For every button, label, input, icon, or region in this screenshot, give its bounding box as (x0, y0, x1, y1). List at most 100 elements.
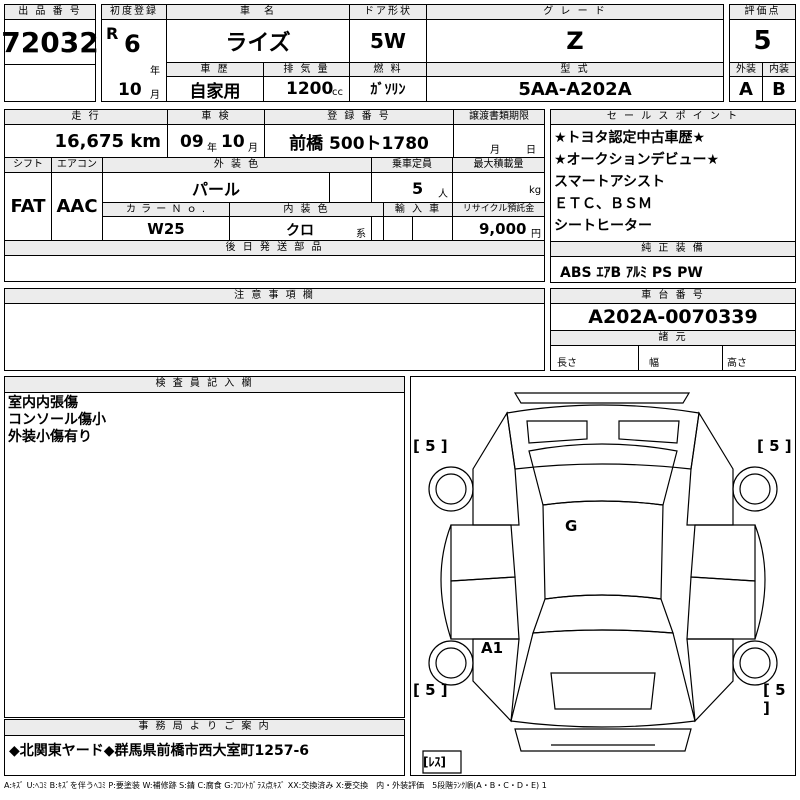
office-info: ◆北関東ヤード◆群馬県前橋市西大室町1257-6 (4, 735, 405, 776)
door-type: 5W (349, 19, 427, 63)
transfer-cell: 月 日 (453, 124, 545, 158)
era: R (106, 24, 119, 43)
spare-tire-note: [ﾚｽ] (423, 755, 446, 769)
tire-depth-rear-left: [ 5 ] (413, 681, 448, 699)
grade-label: グ レ ー ド (426, 4, 724, 20)
load-unit: kg (529, 185, 542, 196)
lot-label: 出 品 番 号 (4, 4, 96, 20)
intcolor-cell: クロ 系 (229, 216, 372, 241)
color: パール (102, 172, 330, 203)
inspect-month: 10 (221, 132, 245, 152)
first-reg-month: 10 (118, 80, 142, 100)
score-label: 評価点 (729, 4, 796, 20)
sales-point-line: ★トヨタ認定中古車歴★ (554, 130, 706, 146)
inspect-year: 09 (180, 132, 204, 152)
sales-point-line: ＥＴＣ、ＢＳＭ (554, 196, 652, 212)
equipment: ABS ｴｱB ｱﾙﾐ PS PW (550, 256, 796, 283)
car-name: ライズ (166, 19, 350, 63)
plate-number: 前橋 500ト1780 (264, 124, 454, 158)
fuel-label: 燃 料 (349, 62, 427, 77)
dims-width: 幅 (638, 345, 723, 371)
color-number: W25 (102, 216, 230, 241)
import-label: 輸 入 車 (383, 202, 453, 217)
later-parts (4, 255, 545, 282)
inspect-cell: 09 年 10 月 (167, 124, 265, 158)
damage-mark-g: G (565, 517, 578, 535)
disp-label: 排 気 量 (263, 62, 350, 77)
recycle-unit: 円 (531, 229, 541, 240)
year-unit: 年 (150, 66, 160, 77)
int-label: 内装 (762, 62, 796, 77)
model-label: 型 式 (426, 62, 724, 77)
first-reg-year: 6 (124, 30, 141, 58)
transfer-month-unit: 月 (490, 145, 500, 156)
damage-diagram: [ 5 ] [ 5 ] [ 5 ] [ 5 ] G A1 [ﾚｽ] (410, 376, 796, 776)
first-reg-cell: R 6 年 10 月 (101, 19, 167, 102)
shift-label: シフト (4, 157, 52, 173)
inspector-line: 外装小傷有り (8, 429, 92, 445)
transfer-label: 譲渡書類期限 (453, 109, 545, 125)
intcolor-label: 内 装 色 (229, 202, 384, 217)
ext-score: A (729, 76, 763, 102)
score: 5 (729, 19, 796, 63)
cap-unit: 人 (438, 189, 448, 200)
later-parts-label: 後 日 発 送 部 品 (4, 240, 545, 256)
inspector-notes: 室内内張傷 コンソール傷小 外装小傷有り (4, 392, 405, 718)
inspector-line: 室内内張傷 (8, 395, 78, 411)
mileage-label: 走 行 (4, 109, 168, 125)
fuel: ｶﾞｿﾘﾝ (349, 76, 427, 102)
length-label: 長さ (557, 358, 577, 369)
legend: A:ｷｽﾞ U:ﾍｺﾐ B:ｷｽﾞを伴うﾍｺﾐ P:要塗装 W:補修跡 S:錆 … (4, 781, 547, 790)
capacity: 5 (412, 179, 424, 198)
disp-unit: cc (332, 87, 343, 98)
plate-label: 登 録 番 号 (264, 109, 454, 125)
first-reg-label: 初度登録 (101, 4, 167, 20)
recycle-fee: 9,000 (479, 220, 527, 238)
load-cell: kg (452, 172, 545, 203)
ac-label: エアコン (51, 157, 103, 173)
sales-point-box: ★トヨタ認定中古車歴★ ★オークションデビュー★ スマートアシスト ＥＴＣ、ＢＳ… (550, 124, 796, 242)
sales-point-label: セ ー ル ス ポ イ ン ト (550, 109, 796, 125)
transfer-day-unit: 日 (526, 145, 536, 156)
ac: AAC (51, 172, 103, 241)
office-label: 事 務 局 よ り ご 案 内 (4, 719, 405, 736)
inspector-line: コンソール傷小 (8, 412, 106, 428)
notes (4, 303, 545, 371)
tire-depth-front-right: [ 5 ] (757, 437, 792, 455)
car-outline (422, 392, 778, 774)
interior-color: クロ (286, 223, 314, 239)
ext-label: 外装 (729, 62, 763, 77)
vin: A202A-0070339 (550, 303, 796, 331)
recycle-label: リサイクル預託金 (452, 202, 545, 217)
displacement: 1200 (286, 79, 334, 99)
load-label: 最大積載量 (452, 157, 545, 173)
tire-depth-rear-right: [ 5 ] (763, 681, 786, 717)
cap-cell: 5 人 (371, 172, 453, 203)
recycle-cell: 9,000 円 (452, 216, 545, 241)
lot-blank (4, 64, 96, 102)
shift: FAT (4, 172, 52, 241)
vin-label: 車 台 番 号 (550, 288, 796, 304)
cap-label: 乗車定員 (371, 157, 453, 173)
sales-point-line: シートヒーター (554, 218, 652, 234)
mileage: 16,675 km (4, 124, 168, 158)
tire-depth-front-left: [ 5 ] (413, 437, 448, 455)
model: 5AA-A202A (426, 76, 724, 102)
damage-mark-a1: A1 (481, 639, 504, 657)
inspector-label: 検 査 員 記 入 欄 (4, 376, 405, 393)
inspect-month-unit: 月 (248, 143, 258, 154)
height-label: 高さ (727, 358, 747, 369)
colorno-label: カ ラ ー Ｎ ｏ . (102, 202, 230, 217)
history-label: 車 歴 (166, 62, 264, 77)
inspect-label: 車 検 (167, 109, 265, 125)
history: 自家用 (166, 76, 264, 102)
dims-label: 諸 元 (550, 330, 796, 346)
import-cell (383, 216, 413, 241)
inspect-year-unit: 年 (207, 143, 217, 154)
grade: Z (426, 19, 724, 63)
month-unit: 月 (150, 90, 160, 101)
sales-point-line: スマートアシスト (554, 174, 666, 190)
disp-cell: 1200 cc (263, 76, 350, 102)
width-label: 幅 (649, 358, 659, 369)
color-sub (329, 172, 372, 203)
